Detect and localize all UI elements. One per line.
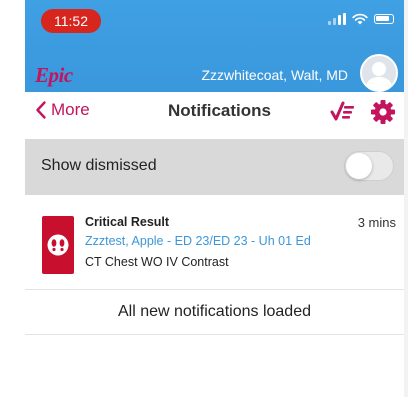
- battery-icon: [374, 14, 394, 24]
- wifi-icon: [352, 13, 368, 25]
- notification-title: Critical Result: [85, 215, 170, 229]
- filter-check-icon: [330, 101, 354, 121]
- show-dismissed-row: Show dismissed: [25, 139, 404, 195]
- status-time: 11:52: [41, 9, 101, 33]
- person-icon: [365, 62, 393, 90]
- nav-bar: More Notifications: [25, 92, 404, 132]
- back-button[interactable]: More: [35, 100, 90, 120]
- notifications-loaded-message: All new notifications loaded: [25, 290, 404, 335]
- page-title: Notifications: [168, 101, 271, 120]
- notification-patient: Zzztest, Apple - ED 23/ED 23 - Uh 01 Ed: [85, 234, 311, 248]
- notification-detail: CT Chest WO IV Contrast: [85, 255, 229, 269]
- phone-screen: 11:52 Epic Zzzwhitecoat, Walt, MD More N…: [25, 0, 408, 397]
- back-label: More: [51, 100, 90, 119]
- filter-button[interactable]: [330, 100, 356, 124]
- status-icons: [328, 13, 394, 25]
- user-avatar[interactable]: [360, 54, 398, 92]
- show-dismissed-label: Show dismissed: [41, 157, 157, 174]
- gear-icon: [371, 100, 395, 124]
- signal-icon: [328, 13, 346, 25]
- user-name: Zzzwhitecoat, Walt, MD: [201, 67, 348, 83]
- app-header: 11:52 Epic Zzzwhitecoat, Walt, MD: [25, 0, 404, 92]
- settings-button[interactable]: [370, 99, 396, 125]
- epic-logo: Epic: [35, 63, 73, 87]
- right-edge: [404, 0, 408, 397]
- chevron-left-icon: [36, 101, 46, 119]
- notification-time: 3 mins: [357, 215, 396, 230]
- left-gutter: [0, 0, 25, 397]
- critical-alert-icon: [42, 216, 74, 274]
- toggle-knob: [346, 153, 372, 179]
- show-dismissed-toggle[interactable]: [344, 151, 394, 181]
- notification-item[interactable]: Critical Result 3 mins Zzztest, Apple - …: [25, 203, 404, 290]
